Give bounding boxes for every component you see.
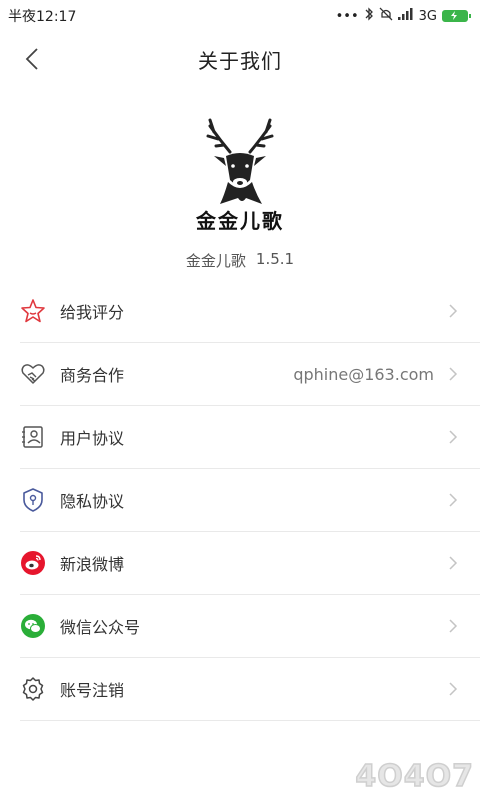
network-type: 3G <box>418 8 437 24</box>
app-version: 1.5.1 <box>255 250 295 268</box>
logo-text: 金金儿歌 <box>195 209 284 232</box>
chevron-right-icon <box>449 556 458 570</box>
bluetooth-icon <box>364 7 374 25</box>
menu-item-label: 账号注销 <box>60 681 125 700</box>
deer-logo-icon: 金金儿歌 <box>195 118 284 232</box>
weibo-icon <box>20 550 46 576</box>
battery-charging-icon <box>442 10 471 22</box>
chevron-right-icon <box>449 682 458 696</box>
menu-item-privacy[interactable]: 隐私协议 <box>20 469 480 532</box>
menu-item-rate[interactable]: 给我评分 <box>20 280 480 343</box>
gear-icon <box>20 676 46 702</box>
settings-menu: 给我评分 商务合作 qphine@163.com 用户协议 隐私协议 新浪微博 <box>20 280 480 721</box>
menu-item-label: 给我评分 <box>60 303 125 322</box>
business-email: qphine@163.com <box>293 364 434 384</box>
menu-item-label: 用户协议 <box>60 429 125 448</box>
nav-bar: 关于我们 <box>0 32 480 86</box>
mute-icon <box>379 7 393 25</box>
more-dots-icon: ••• <box>335 8 359 24</box>
menu-item-label: 微信公众号 <box>60 618 141 637</box>
user-card-icon <box>20 424 46 450</box>
watermark: 4O4O7 <box>355 758 474 795</box>
menu-item-business[interactable]: 商务合作 qphine@163.com <box>20 343 480 406</box>
chevron-right-icon <box>449 304 458 318</box>
chevron-left-icon <box>25 48 38 70</box>
handshake-icon <box>20 361 46 387</box>
menu-item-label: 新浪微博 <box>60 555 125 574</box>
menu-item-wechat[interactable]: 微信公众号 <box>20 595 480 658</box>
status-bar: 半夜12:17 ••• 3G <box>0 0 480 32</box>
status-time: 半夜12:17 <box>8 9 77 25</box>
chevron-right-icon <box>449 367 458 381</box>
wechat-icon <box>20 613 46 639</box>
star-icon <box>20 298 46 324</box>
chevron-right-icon <box>449 619 458 633</box>
signal-icon <box>397 8 414 24</box>
status-icons: ••• 3G <box>335 7 471 25</box>
menu-item-label: 商务合作 <box>60 366 125 385</box>
version-line: 金金儿歌 1.5.1 <box>186 250 294 271</box>
shield-icon <box>20 487 46 513</box>
app-info: 金金儿歌 金金儿歌 1.5.1 <box>0 112 480 271</box>
back-button[interactable] <box>14 44 50 74</box>
menu-item-user-agreement[interactable]: 用户协议 <box>20 406 480 469</box>
app-name: 金金儿歌 <box>185 252 246 270</box>
chevron-right-icon <box>449 430 458 444</box>
page-title: 关于我们 <box>198 48 282 73</box>
menu-item-weibo[interactable]: 新浪微博 <box>20 532 480 595</box>
menu-item-label: 隐私协议 <box>60 492 125 511</box>
chevron-right-icon <box>449 493 458 507</box>
menu-item-delete-account[interactable]: 账号注销 <box>20 658 480 721</box>
